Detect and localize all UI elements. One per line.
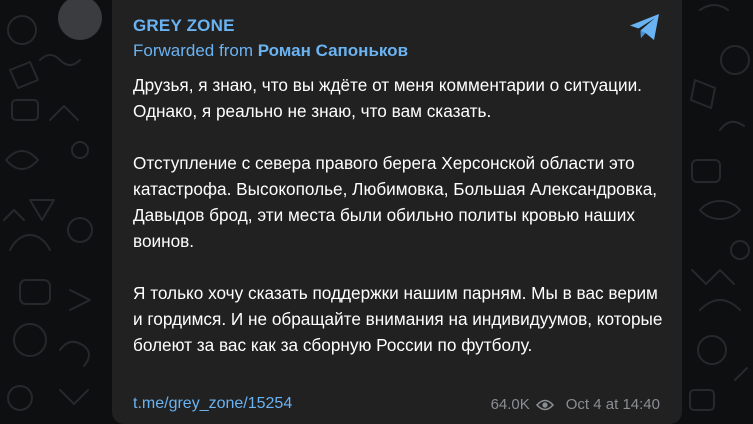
share-button[interactable]	[628, 12, 662, 42]
post-link[interactable]: t.me/grey_zone/15254	[133, 395, 292, 413]
message-paragraph: Я только хочу сказать поддержки нашим па…	[133, 283, 663, 355]
forwarded-from-author[interactable]: Роман Сапоньков	[258, 41, 408, 60]
forwarded-from-prefix: Forwarded from	[133, 41, 253, 60]
telegram-plane-icon	[630, 14, 659, 40]
eye-icon	[535, 399, 554, 410]
forwarded-from-line: Forwarded from Роман Сапоньков	[133, 41, 408, 61]
message-footer: t.me/grey_zone/15254 64.0K Oct 4 at 14:4…	[133, 395, 660, 417]
message-meta: 64.0K Oct 4 at 14:40	[491, 396, 660, 413]
channel-name[interactable]: GREY ZONE	[133, 16, 235, 36]
message-text: Друзья, я знаю, что вы ждёте от меня ком…	[133, 72, 663, 358]
view-count: 64.0K	[490, 396, 530, 413]
message-paragraph: Отступление с севера правого берега Херс…	[133, 153, 658, 251]
message-timestamp: Oct 4 at 14:40	[565, 396, 660, 413]
message-bubble: GREY ZONE Forwarded from Роман Сапоньков…	[112, 0, 682, 424]
message-paragraph: Друзья, я знаю, что вы ждёте от меня ком…	[133, 75, 642, 121]
